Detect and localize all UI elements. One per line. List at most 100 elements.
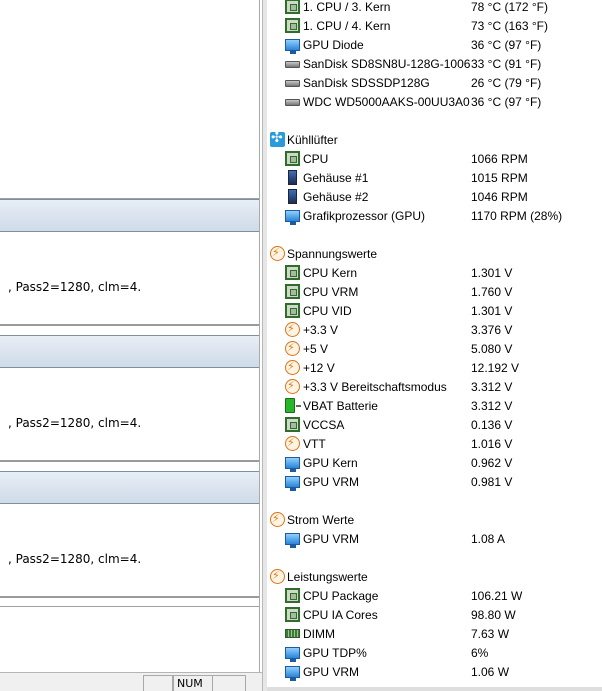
sensor-row[interactable]: Grafikprozessor (GPU) 1170 RPM (28%) [267,207,602,226]
bolt-icon [285,322,300,337]
sensor-label: CPU IA Cores [303,608,378,622]
sensor-row[interactable]: CPU Package 106.21 W [267,587,602,606]
sensor-label: +5 V [303,342,329,356]
sensor-row[interactable]: Gehäuse #1 1015 RPM [267,169,602,188]
sensor-row[interactable]: CPU VID 1.301 V [267,302,602,321]
sensor-row[interactable]: +5 V 5.080 V [267,340,602,359]
left-pane: , Pass2=1280, clm=4. , Pass2=1280, clm=4… [0,0,262,691]
section-header-bar[interactable] [0,335,259,368]
sensor-label: SanDisk SDSSDP128G [303,76,430,90]
bolt-icon [270,569,285,584]
sensor-label: +12 V [303,361,335,375]
fan-icon [270,130,285,147]
sensor-value: 106.21 W [471,589,523,603]
sensor-row[interactable]: VCCSA 0.136 V [267,416,602,435]
sensor-row[interactable]: +12 V 12.192 V [267,359,602,378]
sensor-row[interactable]: GPU VRM 1.08 A [267,530,602,549]
sensor-label: 1. CPU / 3. Kern [303,0,391,14]
sensor-row[interactable]: 1. CPU / 4. Kern 73 °C (163 °F) [267,17,602,36]
sensor-row[interactable]: SanDisk SD8SN8U-128G-1006 33 °C (91 °F) [267,55,602,74]
status-num-indicator: NUM [173,675,213,691]
gpu-icon [285,476,300,491]
bolt-icon [270,246,285,261]
sensor-row[interactable]: 1. CPU / 3. Kern 78 °C (172 °F) [267,0,602,17]
sensor-label: SanDisk SD8SN8U-128G-1006 [303,57,471,71]
bolt-icon [285,379,300,394]
sensor-row[interactable]: GPU Kern 0.962 V [267,454,602,473]
sensor-row[interactable]: GPU TDP% 6% [267,644,602,663]
status-bar: NUM [0,672,262,691]
sensor-row[interactable]: GPU VRM 1.06 W [267,663,602,682]
sensor-label: Strom Werte [287,513,355,527]
message-box: , Pass2=1280, clm=4. [0,368,259,462]
sensor-row[interactable]: GPU Diode 36 °C (97 °F) [267,36,602,55]
disk-icon [285,61,300,68]
chip-icon [285,151,300,166]
sensor-value: 0.981 V [471,475,513,489]
sensor-value: 3.312 V [471,399,513,413]
ram-icon [285,629,300,638]
gpu-icon [285,457,300,472]
sensor-label: 1. CPU / 4. Kern [303,19,391,33]
sensor-row[interactable]: Gehäuse #2 1046 RPM [267,188,602,207]
bolt-icon [285,360,300,375]
sensor-label: GPU VRM [303,475,360,489]
chip-icon [285,417,300,432]
sensor-row[interactable]: +3.3 V 3.376 V [267,321,602,340]
sensor-label: GPU Kern [303,456,358,470]
sensor-label: +3.3 V Bereitschaftsmodus [303,380,447,394]
sensor-row[interactable]: VTT 1.016 V [267,435,602,454]
sensor-row[interactable]: VBAT Batterie 3.312 V [267,397,602,416]
sensor-value: 6% [471,646,489,660]
sensor-row[interactable]: CPU Kern 1.301 V [267,264,602,283]
tree-bottom-edge [267,687,602,691]
sensor-group[interactable]: Kühllüfter [267,130,602,150]
sensor-label: CPU Kern [303,266,358,280]
sensor-value: 36 °C (97 °F) [471,95,542,109]
chip-icon [285,18,300,33]
pane-border [259,0,260,691]
sensor-row[interactable]: DIMM 7.63 W [267,625,602,644]
bolt-icon [285,436,300,451]
sensor-value: 73 °C (163 °F) [471,19,548,33]
sensor-row[interactable]: SanDisk SDSSDP128G 26 °C (79 °F) [267,74,602,93]
upper-panel [0,0,259,199]
sensor-value: 1.301 V [471,304,513,318]
sensor-value: 1.760 V [471,285,513,299]
sensor-label: +3.3 V [303,323,339,337]
sensor-value: 1015 RPM [471,171,528,185]
sensor-row[interactable]: WDC WD5000AAKS-00UU3A0 36 °C (97 °F) [267,93,602,112]
sensor-group[interactable]: Leistungswerte [267,568,602,587]
sensor-group[interactable]: Strom Werte [267,511,602,530]
section-header-bar[interactable] [0,199,259,232]
sensor-row[interactable]: GPU VRM 0.981 V [267,473,602,492]
chip-icon [285,284,300,299]
sensor-value: 3.312 V [471,380,513,394]
sensor-label: DIMM [303,627,335,641]
section-header-bar[interactable] [0,471,259,504]
sensor-row[interactable]: CPU IA Cores 98.80 W [267,606,602,625]
message-line: , Pass2=1280, clm=4. [8,280,142,294]
sensor-group[interactable]: Spannungswerte [267,245,602,264]
sensor-row[interactable]: CPU 1066 RPM [267,150,602,169]
sensor-value: 12.192 V [471,361,520,375]
sensor-label: GPU TDP% [303,646,367,660]
sensor-row[interactable]: CPU VRM 1.760 V [267,283,602,302]
bolt-icon [285,341,300,356]
chip-icon [285,265,300,280]
sensor-label: VBAT Batterie [303,399,378,413]
sensor-row[interactable]: +3.3 V Bereitschaftsmodus 3.312 V [267,378,602,397]
sensor-value: 78 °C (172 °F) [471,0,548,14]
gpu-icon [285,647,300,662]
sensor-value: 1.06 W [471,665,510,679]
status-cell-empty [212,675,246,691]
chip-icon [285,0,300,14]
sensor-value: 26 °C (79 °F) [471,76,542,90]
case-icon [288,170,297,185]
sensor-label: VCCSA [303,418,345,432]
sensor-label: CPU VID [303,304,352,318]
sensor-value: 7.63 W [471,627,510,641]
sensor-label: GPU Diode [303,38,364,52]
sensor-label: WDC WD5000AAKS-00UU3A0 [303,95,470,109]
sensor-label: Kühllüfter [287,133,338,147]
